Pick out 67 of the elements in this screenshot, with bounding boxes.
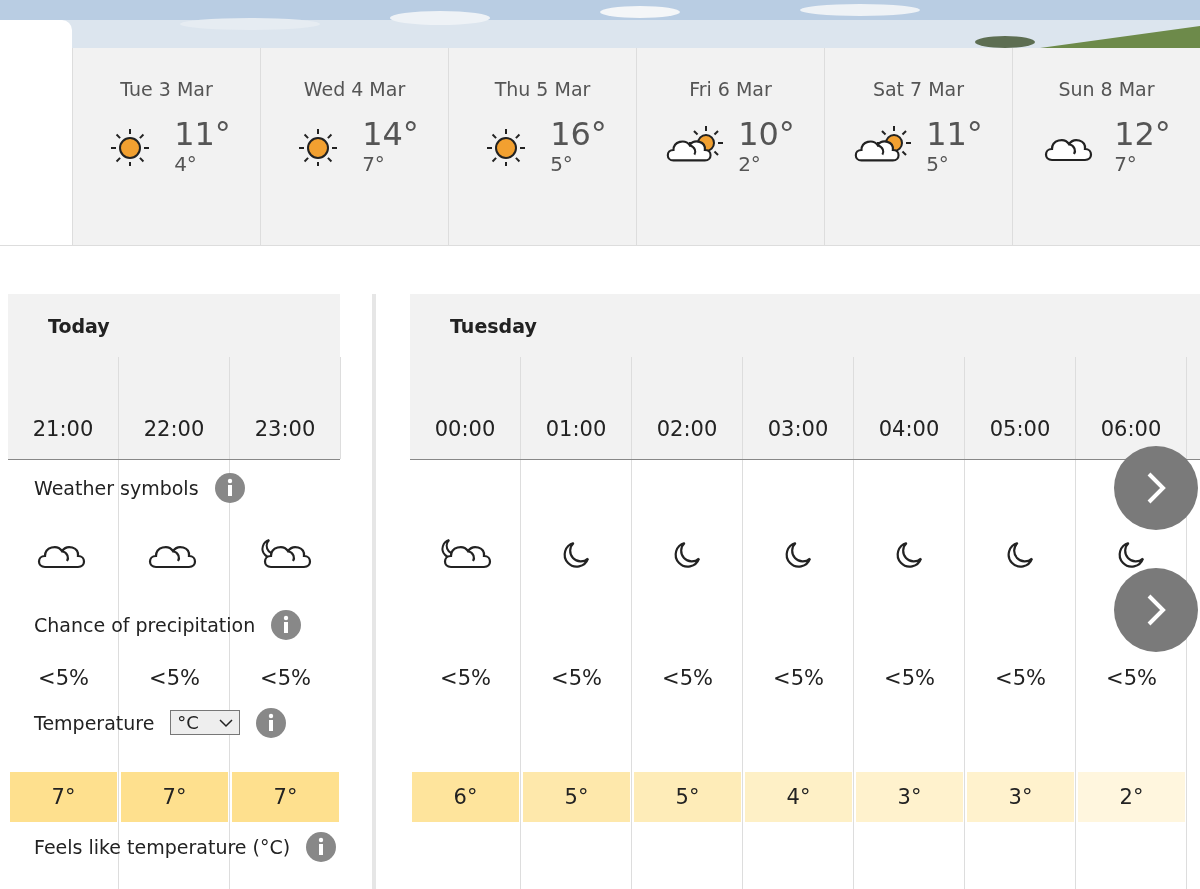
high-temperature: 12° <box>1114 116 1171 152</box>
row-label: Chance of precipitation <box>34 614 256 636</box>
day-date: Fri 6 Mar <box>689 78 772 100</box>
chevron-right-icon <box>1145 593 1167 627</box>
chevron-right-icon <box>1145 471 1167 505</box>
low-temperature: 5° <box>550 152 574 176</box>
hour-label: 00:00 <box>410 357 521 459</box>
temperature-value: 5° <box>523 772 630 822</box>
temperature-value: 6° <box>412 772 519 822</box>
day-date: Wed 4 Mar <box>303 78 406 100</box>
row-label: Feels like temperature (°C) <box>34 836 291 858</box>
precipitation-value: <5% <box>148 665 201 690</box>
temperature-value: 5° <box>634 772 741 822</box>
day-date: Sun 8 Mar <box>1058 78 1155 100</box>
precipitation-value: <5% <box>994 665 1047 690</box>
day-date: Thu 5 Mar <box>494 78 591 100</box>
high-temperature: 11° <box>926 116 983 152</box>
temperature-value: 3° <box>856 772 963 822</box>
hour-label: 01:00 <box>521 357 632 459</box>
temperature-value: 7° <box>121 772 228 822</box>
day-card[interactable]: Tue 3 Mar 11° 4° <box>72 48 260 245</box>
hour-label: 22:00 <box>119 357 230 459</box>
precipitation-value: <5% <box>37 665 90 690</box>
hour-label: 04:00 <box>854 357 965 459</box>
hour-label: 03:00 <box>743 357 854 459</box>
unit-select[interactable]: °C <box>170 710 240 735</box>
temperature-value: 3° <box>967 772 1074 822</box>
precipitation-value: <5% <box>259 665 312 690</box>
hour-label: 21:00 <box>8 357 119 459</box>
low-temperature: 7° <box>1114 152 1138 176</box>
info-icon[interactable] <box>271 610 302 640</box>
high-temperature: 10° <box>738 116 795 152</box>
precipitation-value: <5% <box>439 665 492 690</box>
info-icon[interactable] <box>306 832 337 862</box>
low-temperature: 2° <box>738 152 762 176</box>
high-temperature: 11° <box>174 116 231 152</box>
temperature-value: 7° <box>10 772 117 822</box>
hour-label: 05:00 <box>965 357 1076 459</box>
row-label: Temperature <box>34 711 155 734</box>
info-icon[interactable] <box>255 707 286 738</box>
precipitation-value: <5% <box>1105 665 1158 690</box>
low-temperature: 4° <box>174 152 198 176</box>
day-heading: Today <box>48 314 110 337</box>
precipitation-value: <5% <box>550 665 603 690</box>
hour-label: 02:00 <box>632 357 743 459</box>
day-date: Sat 7 Mar <box>872 78 965 100</box>
day-card[interactable]: Sat 7 Mar 11° 5° <box>824 48 1012 245</box>
hour-label: 23:00 <box>230 357 341 459</box>
low-temperature: 5° <box>926 152 950 176</box>
temperature-value: 2° <box>1078 772 1185 822</box>
precipitation-value: <5% <box>772 665 825 690</box>
precipitation-value: <5% <box>661 665 714 690</box>
precipitation-value: <5% <box>883 665 936 690</box>
high-temperature: 14° <box>362 116 419 152</box>
low-temperature: 7° <box>362 152 386 176</box>
row-label: Weather symbols <box>34 476 199 499</box>
day-date: Tue 3 Mar <box>120 78 213 100</box>
day-heading: Tuesday <box>450 314 537 337</box>
info-icon[interactable] <box>214 472 245 503</box>
temperature-value: 7° <box>232 772 339 822</box>
chevron-down-icon <box>218 717 233 728</box>
high-temperature: 16° <box>550 116 607 152</box>
day-card[interactable]: Thu 5 Mar 16° 5° <box>448 48 636 245</box>
day-card[interactable]: Wed 4 Mar 14° 7° <box>260 48 448 245</box>
day-card[interactable]: Fri 6 Mar 10° 2° <box>636 48 824 245</box>
temperature-value: 4° <box>745 772 852 822</box>
day-card[interactable]: Sun 8 Mar 12° 7° <box>1012 48 1200 245</box>
